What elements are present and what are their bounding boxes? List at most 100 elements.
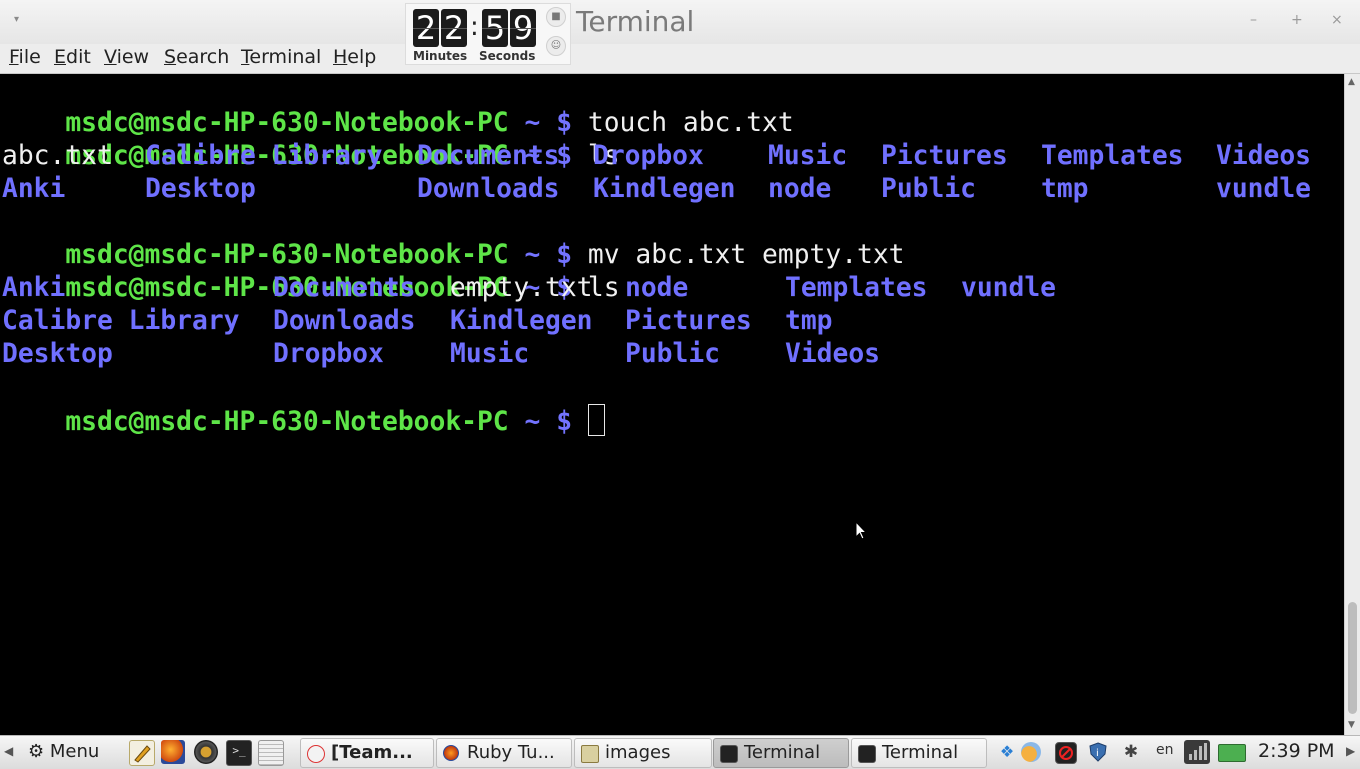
timer-stop-icon[interactable]: ■	[546, 7, 566, 27]
weather-icon[interactable]	[1021, 742, 1041, 762]
menu-search[interactable]: Search	[164, 46, 229, 68]
seconds-digit-2: 9	[510, 9, 536, 47]
menu-edit[interactable]: Edit	[54, 46, 91, 68]
terminal-line-1: msdc@msdc-HP-630-Notebook-PC ~ $ touch a…	[2, 74, 793, 138]
directory-entry: Templates	[785, 273, 928, 303]
file-entry: empty.txt	[450, 273, 593, 303]
maximize-button[interactable]: +	[1291, 12, 1303, 28]
directory-entry: node	[768, 174, 832, 204]
taskbar-scroll-left-icon[interactable]: ◀	[4, 744, 13, 758]
directory-entry: Dropbox	[593, 141, 704, 171]
directory-entry: Videos	[1216, 141, 1311, 171]
directory-entry: Kindlegen	[450, 306, 593, 336]
task-button-images[interactable]: images	[574, 738, 712, 768]
menu-help[interactable]: Help	[333, 46, 376, 68]
directory-entry: vundle	[1216, 174, 1311, 204]
directory-entry: Anki	[2, 273, 66, 303]
task-button-ruby-tutorial[interactable]: Ruby Tu...	[436, 738, 572, 768]
minutes-digit-1: 2	[413, 9, 439, 47]
task-button-terminal-active[interactable]: Terminal	[713, 738, 849, 768]
terminal-output[interactable]: msdc@msdc-HP-630-Notebook-PC ~ $ touch a…	[0, 74, 1344, 735]
terminal-line-6: msdc@msdc-HP-630-Notebook-PC ~ $ ls	[2, 239, 619, 303]
prompt-user-host: msdc@msdc-HP-630-Notebook-PC	[65, 407, 509, 437]
directory-entry: Documents	[417, 141, 560, 171]
blocker-icon[interactable]	[1055, 742, 1077, 764]
prompt-tilde: ~	[524, 407, 541, 437]
directory-entry: Documents	[273, 273, 416, 303]
directory-entry: Desktop	[145, 174, 256, 204]
window-title: Terminal	[576, 5, 695, 38]
svg-text:i: i	[1096, 748, 1099, 759]
directory-entry: Calibre Library	[2, 306, 240, 336]
start-menu-label: Menu	[49, 741, 100, 762]
ls-output-row-1: abc.txt Calibre Library Documents Dropbo…	[2, 140, 1342, 173]
directory-entry: node	[625, 273, 689, 303]
scroll-down-arrow-icon[interactable]: ▼	[1348, 720, 1355, 730]
directory-entry: Pictures	[625, 306, 752, 336]
menu-terminal[interactable]: Terminal	[241, 46, 321, 68]
taskbar: ◀ ⚙ Menu >_ [Team... Ruby Tu... images T…	[0, 735, 1360, 769]
directory-entry: Dropbox	[273, 339, 384, 369]
terminal-icon	[858, 745, 876, 763]
firefox-icon[interactable]	[161, 740, 185, 764]
directory-entry: Public	[625, 339, 720, 369]
minimize-button[interactable]: –	[1250, 12, 1257, 28]
directory-entry: Templates	[1041, 141, 1184, 171]
minutes-digit-2: 2	[441, 9, 467, 47]
firefox-icon	[443, 745, 459, 761]
task-label: [Team...	[331, 742, 413, 763]
ls-output-row-4: Calibre Library Downloads Kindlegen Pict…	[2, 305, 1342, 338]
directory-entry: Anki	[2, 174, 66, 204]
battery-icon[interactable]	[1218, 744, 1246, 762]
task-label: Terminal	[882, 742, 959, 763]
directory-entry: Desktop	[2, 339, 113, 369]
start-menu-button[interactable]: ⚙ Menu	[22, 739, 105, 765]
task-label: Ruby Tu...	[467, 742, 555, 763]
bluetooth-icon[interactable]: ✱	[1121, 742, 1141, 762]
directory-entry: Calibre Library	[145, 141, 383, 171]
terminal-line-2: msdc@msdc-HP-630-Notebook-PC ~ $ ls	[2, 107, 619, 171]
shield-icon[interactable]: i	[1088, 742, 1108, 762]
prompt-dollar: $	[556, 407, 573, 437]
network-icon[interactable]	[1184, 740, 1210, 764]
clock[interactable]: 2:39 PM	[1258, 740, 1335, 762]
terminal-line-current: msdc@msdc-HP-630-Notebook-PC ~ $	[2, 371, 605, 437]
taskbar-scroll-right-icon[interactable]: ▶	[1346, 744, 1355, 758]
directory-entry: Music	[450, 339, 530, 369]
countdown-timer: 2 2 : 5 9 Minutes Seconds ■ ☺	[405, 3, 571, 65]
text-cursor[interactable]	[587, 404, 605, 436]
keyboard-layout-indicator[interactable]: en	[1156, 742, 1174, 758]
file-entry: abc.txt	[2, 141, 113, 171]
seconds-digit-1: 5	[482, 9, 508, 47]
dropbox-icon[interactable]: ❖	[997, 742, 1017, 762]
task-label: images	[605, 742, 671, 763]
directory-entry: Public	[881, 174, 976, 204]
vertical-scrollbar[interactable]: ▲ ▼	[1344, 74, 1360, 735]
ls-output-row-3: Anki Documents empty.txt node Templates …	[2, 272, 1342, 305]
task-button-terminal[interactable]: Terminal	[851, 738, 987, 768]
directory-entry: vundle	[961, 273, 1056, 303]
command-text: mv abc.txt empty.txt	[587, 240, 905, 270]
seconds-label: Seconds	[479, 49, 536, 63]
directory-entry: Kindlegen	[593, 174, 736, 204]
title-bar[interactable]: ▾ Terminal – + ×	[0, 0, 1360, 44]
scroll-up-arrow-icon[interactable]: ▲	[1348, 77, 1355, 87]
directory-entry: Music	[768, 141, 848, 171]
task-button-team[interactable]: [Team...	[300, 738, 434, 768]
terminal-line-5: msdc@msdc-HP-630-Notebook-PC ~ $ mv abc.…	[2, 206, 904, 270]
menu-file[interactable]: File	[9, 46, 41, 68]
close-button[interactable]: ×	[1331, 12, 1343, 28]
app-icon	[307, 745, 325, 763]
mouse-pointer-icon	[855, 521, 867, 540]
timer-separator: :	[470, 12, 479, 42]
terminal-icon[interactable]: >_	[226, 740, 252, 766]
notes-icon[interactable]	[258, 740, 284, 766]
menu-view[interactable]: View	[104, 46, 149, 68]
directory-entry: Videos	[785, 339, 880, 369]
timer-face-icon[interactable]: ☺	[546, 36, 566, 56]
directory-entry: Pictures	[881, 141, 1008, 171]
scrollbar-thumb[interactable]	[1348, 602, 1357, 714]
text-editor-icon[interactable]	[129, 740, 155, 766]
speaker-icon[interactable]	[194, 740, 218, 764]
window-menu-icon[interactable]: ▾	[14, 14, 19, 25]
